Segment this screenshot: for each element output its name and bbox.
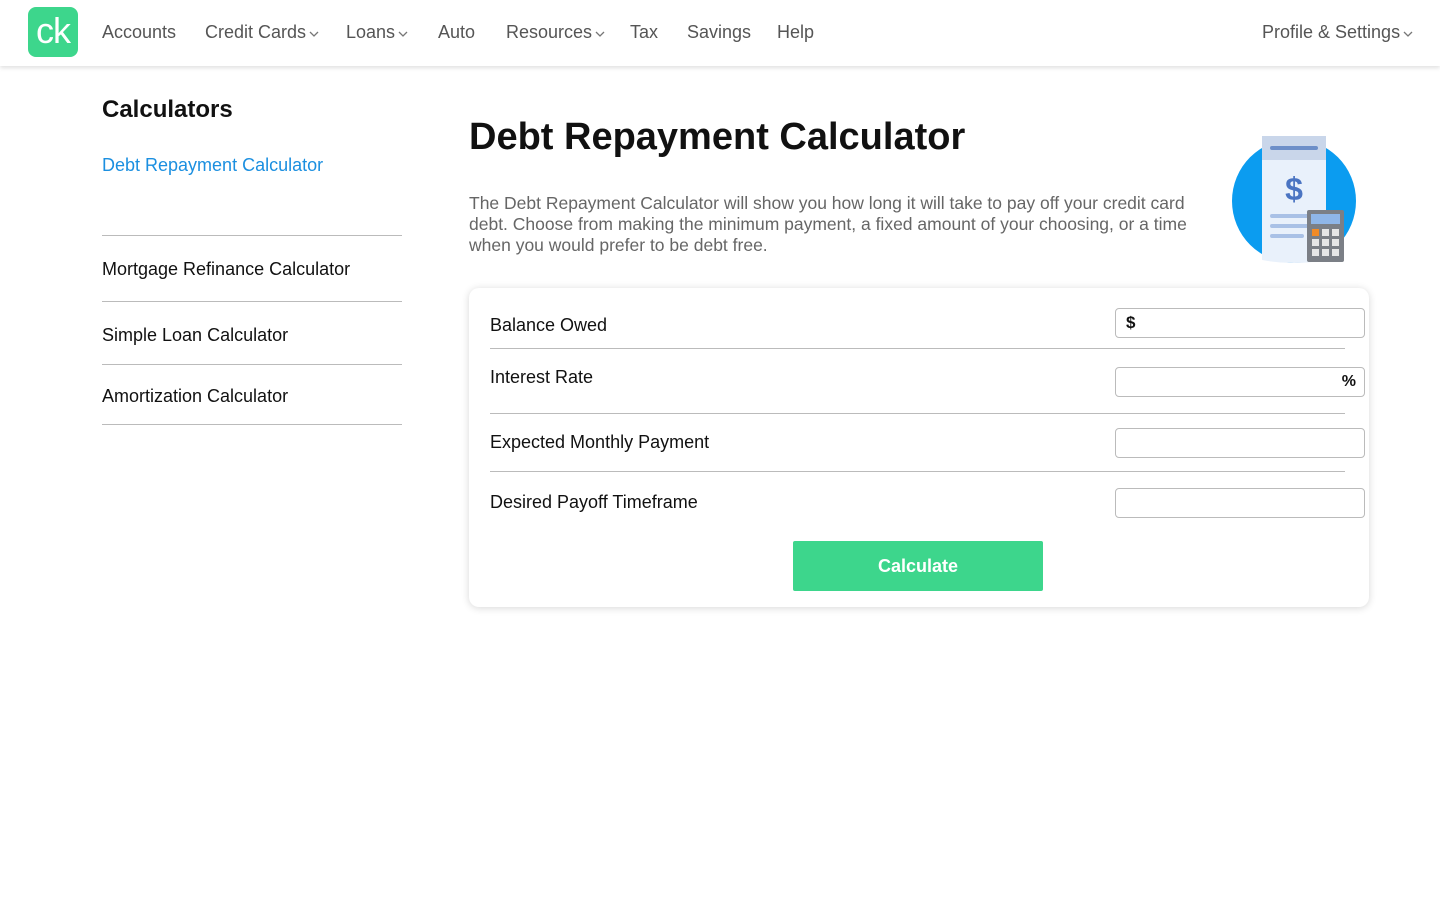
sidebar-title: Calculators bbox=[102, 96, 233, 123]
chevron-down-icon bbox=[397, 28, 409, 40]
calculate-button[interactable]: Calculate bbox=[793, 541, 1043, 591]
nav-auto-label: Auto bbox=[438, 22, 476, 42]
nav-accounts-label: Accounts bbox=[102, 22, 177, 42]
nav-help-label: Help bbox=[777, 22, 815, 42]
nav-savings[interactable]: Savings bbox=[687, 22, 751, 43]
sidebar-item-amortization[interactable]: Amortization Calculator bbox=[102, 365, 402, 425]
nav-profile-settings-label: Profile & Settings bbox=[1262, 22, 1401, 42]
sidebar-item-simple-loan[interactable]: Simple Loan Calculator bbox=[102, 302, 402, 365]
balance-owed-input[interactable] bbox=[1135, 309, 1364, 337]
payoff-timeframe-label: Desired Payoff Timeframe bbox=[490, 492, 698, 512]
chevron-down-icon bbox=[1402, 28, 1414, 40]
top-navigation: ck Accounts Credit Cards Loans Auto Reso… bbox=[0, 0, 1440, 66]
interest-rate-row: Interest Rate % bbox=[490, 349, 1365, 414]
nav-tax-label: Tax bbox=[630, 22, 659, 42]
nav-profile-settings[interactable]: Profile & Settings bbox=[1262, 22, 1414, 43]
chevron-down-icon bbox=[308, 28, 320, 40]
calculators-sidebar: Calculators Debt Repayment Calculator Mo… bbox=[102, 96, 402, 425]
balance-owed-label: Balance Owed bbox=[490, 314, 608, 335]
interest-rate-label: Interest Rate bbox=[490, 366, 594, 387]
nav-credit-cards[interactable]: Credit Cards bbox=[205, 22, 320, 43]
balance-owed-field[interactable]: $ bbox=[1115, 308, 1365, 338]
percent-suffix: % bbox=[1341, 373, 1356, 390]
nav-loans-label: Loans bbox=[346, 22, 396, 42]
page-description: The Debt Repayment Calculator will show … bbox=[469, 193, 1187, 255]
calculator-form: Balance Owed $ Interest Rate % Expected … bbox=[469, 288, 1369, 607]
sidebar-item-mortgage-refinance[interactable]: Mortgage Refinance Calculator bbox=[102, 236, 402, 302]
receipt-calculator-icon: $ bbox=[1228, 132, 1360, 266]
balance-owed-row: Balance Owed $ bbox=[490, 308, 1365, 349]
page-title: Debt Repayment Calculator bbox=[469, 116, 966, 158]
chevron-down-icon bbox=[594, 28, 606, 40]
payoff-timeframe-input[interactable] bbox=[1116, 489, 1364, 517]
monthly-payment-row: Expected Monthly Payment bbox=[490, 414, 1365, 472]
nav-auto[interactable]: Auto bbox=[438, 22, 475, 43]
monthly-payment-field[interactable] bbox=[1115, 428, 1365, 458]
dollar-prefix: $ bbox=[1126, 313, 1136, 332]
svg-text:$: $ bbox=[1285, 171, 1303, 207]
interest-rate-field[interactable]: % bbox=[1115, 367, 1365, 397]
monthly-payment-input[interactable] bbox=[1116, 429, 1364, 457]
nav-savings-label: Savings bbox=[687, 22, 752, 42]
monthly-payment-label: Expected Monthly Payment bbox=[490, 431, 710, 452]
brand-logo[interactable]: ck bbox=[28, 7, 78, 57]
nav-loans[interactable]: Loans bbox=[346, 22, 409, 43]
nav-help[interactable]: Help bbox=[777, 22, 814, 43]
payoff-timeframe-field[interactable] bbox=[1115, 488, 1365, 518]
nav-resources[interactable]: Resources bbox=[506, 22, 606, 43]
nav-accounts[interactable]: Accounts bbox=[102, 22, 176, 43]
nav-resources-label: Resources bbox=[506, 22, 593, 42]
nav-tax[interactable]: Tax bbox=[630, 22, 658, 43]
payoff-timeframe-row: Desired Payoff Timeframe bbox=[490, 472, 1365, 532]
interest-rate-input[interactable] bbox=[1116, 368, 1342, 396]
nav-credit-cards-label: Credit Cards bbox=[205, 22, 307, 42]
sidebar-item-debt-repayment[interactable]: Debt Repayment Calculator bbox=[102, 155, 402, 236]
